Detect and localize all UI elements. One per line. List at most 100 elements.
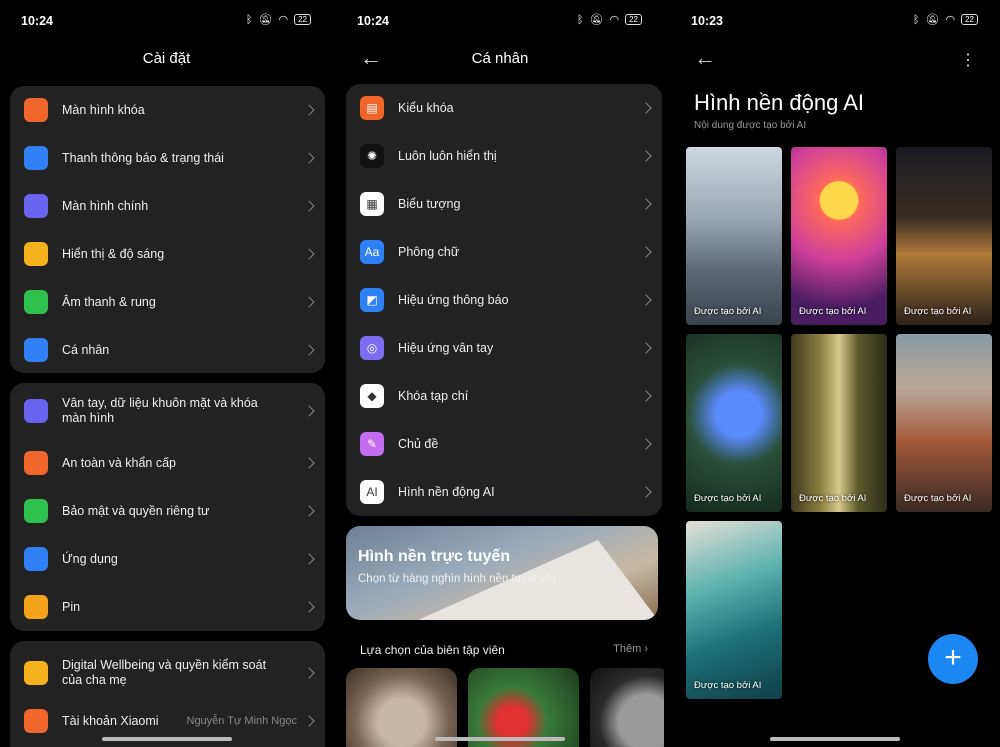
page-title: Cài đặt bbox=[142, 50, 191, 67]
settings-row[interactable]: Vân tay, dữ liệu khuôn mặt và khóa màn h… bbox=[10, 383, 325, 439]
more-label: Thêm bbox=[613, 643, 642, 655]
battery-icon bbox=[24, 595, 48, 619]
wifi-icon: ◠ bbox=[278, 14, 289, 26]
settings-row[interactable]: ▦ Biểu tượng bbox=[346, 180, 662, 228]
settings-row[interactable]: Ứng dụng bbox=[10, 535, 325, 583]
chevron-right-icon bbox=[640, 150, 652, 162]
chevron-right-icon bbox=[640, 102, 652, 114]
wallpaper-thumbnail[interactable]: Được tạo bởi AI bbox=[896, 334, 992, 512]
settings-row[interactable]: Aa Phông chữ bbox=[346, 228, 662, 276]
row-label: Tài khoản Xiaomi bbox=[62, 713, 159, 728]
wallpaper-caption: Được tạo bởi AI bbox=[799, 306, 867, 317]
back-arrow-icon[interactable]: ← bbox=[694, 47, 716, 69]
chevron-right-icon bbox=[303, 296, 315, 308]
chevron-right-icon bbox=[303, 715, 315, 727]
row-label: Cá nhân bbox=[62, 342, 110, 357]
settings-row[interactable]: Màn hình chính bbox=[10, 182, 325, 230]
add-wallpaper-button[interactable]: + bbox=[928, 634, 978, 684]
editor-pick-thumbnail[interactable] bbox=[346, 668, 457, 747]
row-label: Hiệu ứng vân tay bbox=[398, 340, 494, 355]
settings-row[interactable]: Thanh thông báo & trạng thái bbox=[10, 134, 325, 182]
plus-icon: + bbox=[944, 641, 962, 674]
chevron-right-icon bbox=[303, 553, 315, 565]
settings-row[interactable]: AI Hình nền động AI bbox=[346, 468, 662, 516]
settings-row[interactable]: ◩ Hiệu ứng thông báo bbox=[346, 276, 662, 324]
settings-row[interactable]: ◎ Hiệu ứng vân tay bbox=[346, 324, 662, 372]
lock-icon bbox=[24, 98, 48, 122]
wallpaper-thumbnail[interactable]: Được tạo bởi AI bbox=[686, 521, 782, 699]
chevron-right-icon bbox=[303, 104, 315, 116]
row-label: Thanh thông báo & trạng thái bbox=[62, 150, 224, 165]
row-label: Ứng dụng bbox=[62, 551, 118, 566]
status-icons: ᛒ 🔕︎ ◠ 22 bbox=[577, 13, 642, 26]
settings-row[interactable]: ✎ Chủ đề bbox=[346, 420, 662, 468]
row-label: Bảo mật và quyền riêng tư bbox=[62, 503, 210, 518]
settings-row[interactable]: Âm thanh & rung bbox=[10, 278, 325, 326]
header: ← Cá nhân bbox=[336, 40, 664, 78]
status-bar: 10:24 ᛒ 🔕︎ ◠ 22 bbox=[0, 0, 333, 40]
settings-row[interactable]: ▤ Kiểu khóa bbox=[346, 84, 662, 132]
sun-icon bbox=[24, 242, 48, 266]
editor-pick-thumbnail[interactable] bbox=[468, 668, 579, 747]
status-time: 10:24 bbox=[357, 14, 389, 28]
fingerprint-icon bbox=[24, 399, 48, 423]
personal-screen: 10:24 ᛒ 🔕︎ ◠ 22 ← Cá nhân ▤ Kiểu khóa ✺ Luô… bbox=[336, 0, 664, 747]
settings-row[interactable]: Màn hình khóa bbox=[10, 86, 325, 134]
icons-icon: ▦ bbox=[360, 192, 384, 216]
settings-row[interactable]: An toàn và khẩn cấp bbox=[10, 439, 325, 487]
wallpaper-caption: Được tạo bởi AI bbox=[694, 306, 762, 317]
settings-row[interactable]: ◆ Khóa tạp chí bbox=[346, 372, 662, 420]
banner-title: Hình nền trực tuyến bbox=[358, 548, 511, 565]
wallpaper-thumbnail[interactable]: Được tạo bởi AI bbox=[896, 147, 992, 325]
settings-group-1: Màn hình khóa Thanh thông báo & trạng thá… bbox=[10, 86, 325, 373]
row-label: Pin bbox=[62, 599, 81, 614]
wallpaper-thumbnail[interactable]: Được tạo bởi AI bbox=[686, 334, 782, 512]
more-options-icon[interactable]: ⋮ bbox=[960, 50, 976, 70]
row-label: Chủ đề bbox=[398, 436, 439, 451]
banner-subtitle: Chọn từ hàng nghìn hình nền tuyệt vời bbox=[358, 573, 556, 585]
row-label: Màn hình chính bbox=[62, 198, 149, 213]
wallpaper-caption: Được tạo bởi AI bbox=[799, 493, 867, 504]
wallpaper-thumbnail[interactable]: Được tạo bởi AI bbox=[791, 147, 887, 325]
home-indicator[interactable] bbox=[435, 737, 565, 741]
font-icon: Aa bbox=[360, 240, 384, 264]
settings-row[interactable]: ✺ Luôn luôn hiển thị bbox=[346, 132, 662, 180]
header: Cài đặt bbox=[0, 40, 333, 78]
row-label: Hiệu ứng thông báo bbox=[398, 292, 509, 307]
editor-pick-thumbnail[interactable] bbox=[590, 668, 664, 747]
wallpaper-caption: Được tạo bởi AI bbox=[694, 680, 762, 691]
chevron-right-icon bbox=[303, 248, 315, 260]
status-time: 10:24 bbox=[21, 14, 53, 28]
more-link[interactable]: Thêm › bbox=[613, 643, 648, 655]
wifi-icon: ◠ bbox=[609, 14, 620, 26]
settings-row[interactable]: Pin bbox=[10, 583, 325, 631]
settings-row[interactable]: Cá nhân bbox=[10, 326, 325, 374]
battery-icon: 22 bbox=[294, 14, 311, 25]
wallpaper-thumbnail[interactable]: Được tạo bởi AI bbox=[791, 334, 887, 512]
chevron-right-icon bbox=[303, 505, 315, 517]
chevron-right-icon bbox=[303, 152, 315, 164]
page-title: Hình nền động AI bbox=[694, 90, 865, 115]
home-indicator[interactable] bbox=[770, 737, 900, 741]
settings-row[interactable]: Hiển thị & độ sáng bbox=[10, 230, 325, 278]
home-icon bbox=[24, 194, 48, 218]
chevron-right-icon bbox=[303, 457, 315, 469]
chevron-right-icon bbox=[640, 390, 652, 402]
silent-icon: 🔕︎ bbox=[925, 14, 940, 26]
status-icons: ᛒ 🔕︎ ◠ 22 bbox=[913, 13, 978, 26]
battery-icon: 22 bbox=[961, 14, 978, 25]
ai-wallpaper-screen: 10:23 ᛒ 🔕︎ ◠ 22 ← ⋮ Hình nền động AI Nội… bbox=[670, 0, 1000, 747]
chevron-right-icon bbox=[640, 486, 652, 498]
chevron-right-icon bbox=[303, 667, 315, 679]
online-wallpaper-banner[interactable]: Hình nền trực tuyến Chọn từ hàng nghìn h… bbox=[346, 526, 658, 620]
magazine-icon: ◆ bbox=[360, 384, 384, 408]
settings-row[interactable]: Bảo mật và quyền riêng tư bbox=[10, 487, 325, 535]
bluetooth-icon: ᛒ bbox=[912, 13, 920, 26]
settings-row[interactable]: Digital Wellbeing và quyền kiểm soát của… bbox=[10, 645, 325, 701]
home-indicator[interactable] bbox=[101, 737, 232, 741]
page-title: Cá nhân bbox=[471, 50, 529, 67]
chevron-right-icon bbox=[640, 342, 652, 354]
row-label: Digital Wellbeing và quyền kiểm soát của… bbox=[62, 658, 267, 687]
section-title: Lựa chọn của biên tập viên bbox=[360, 643, 505, 657]
wallpaper-thumbnail[interactable]: Được tạo bởi AI bbox=[686, 147, 782, 325]
